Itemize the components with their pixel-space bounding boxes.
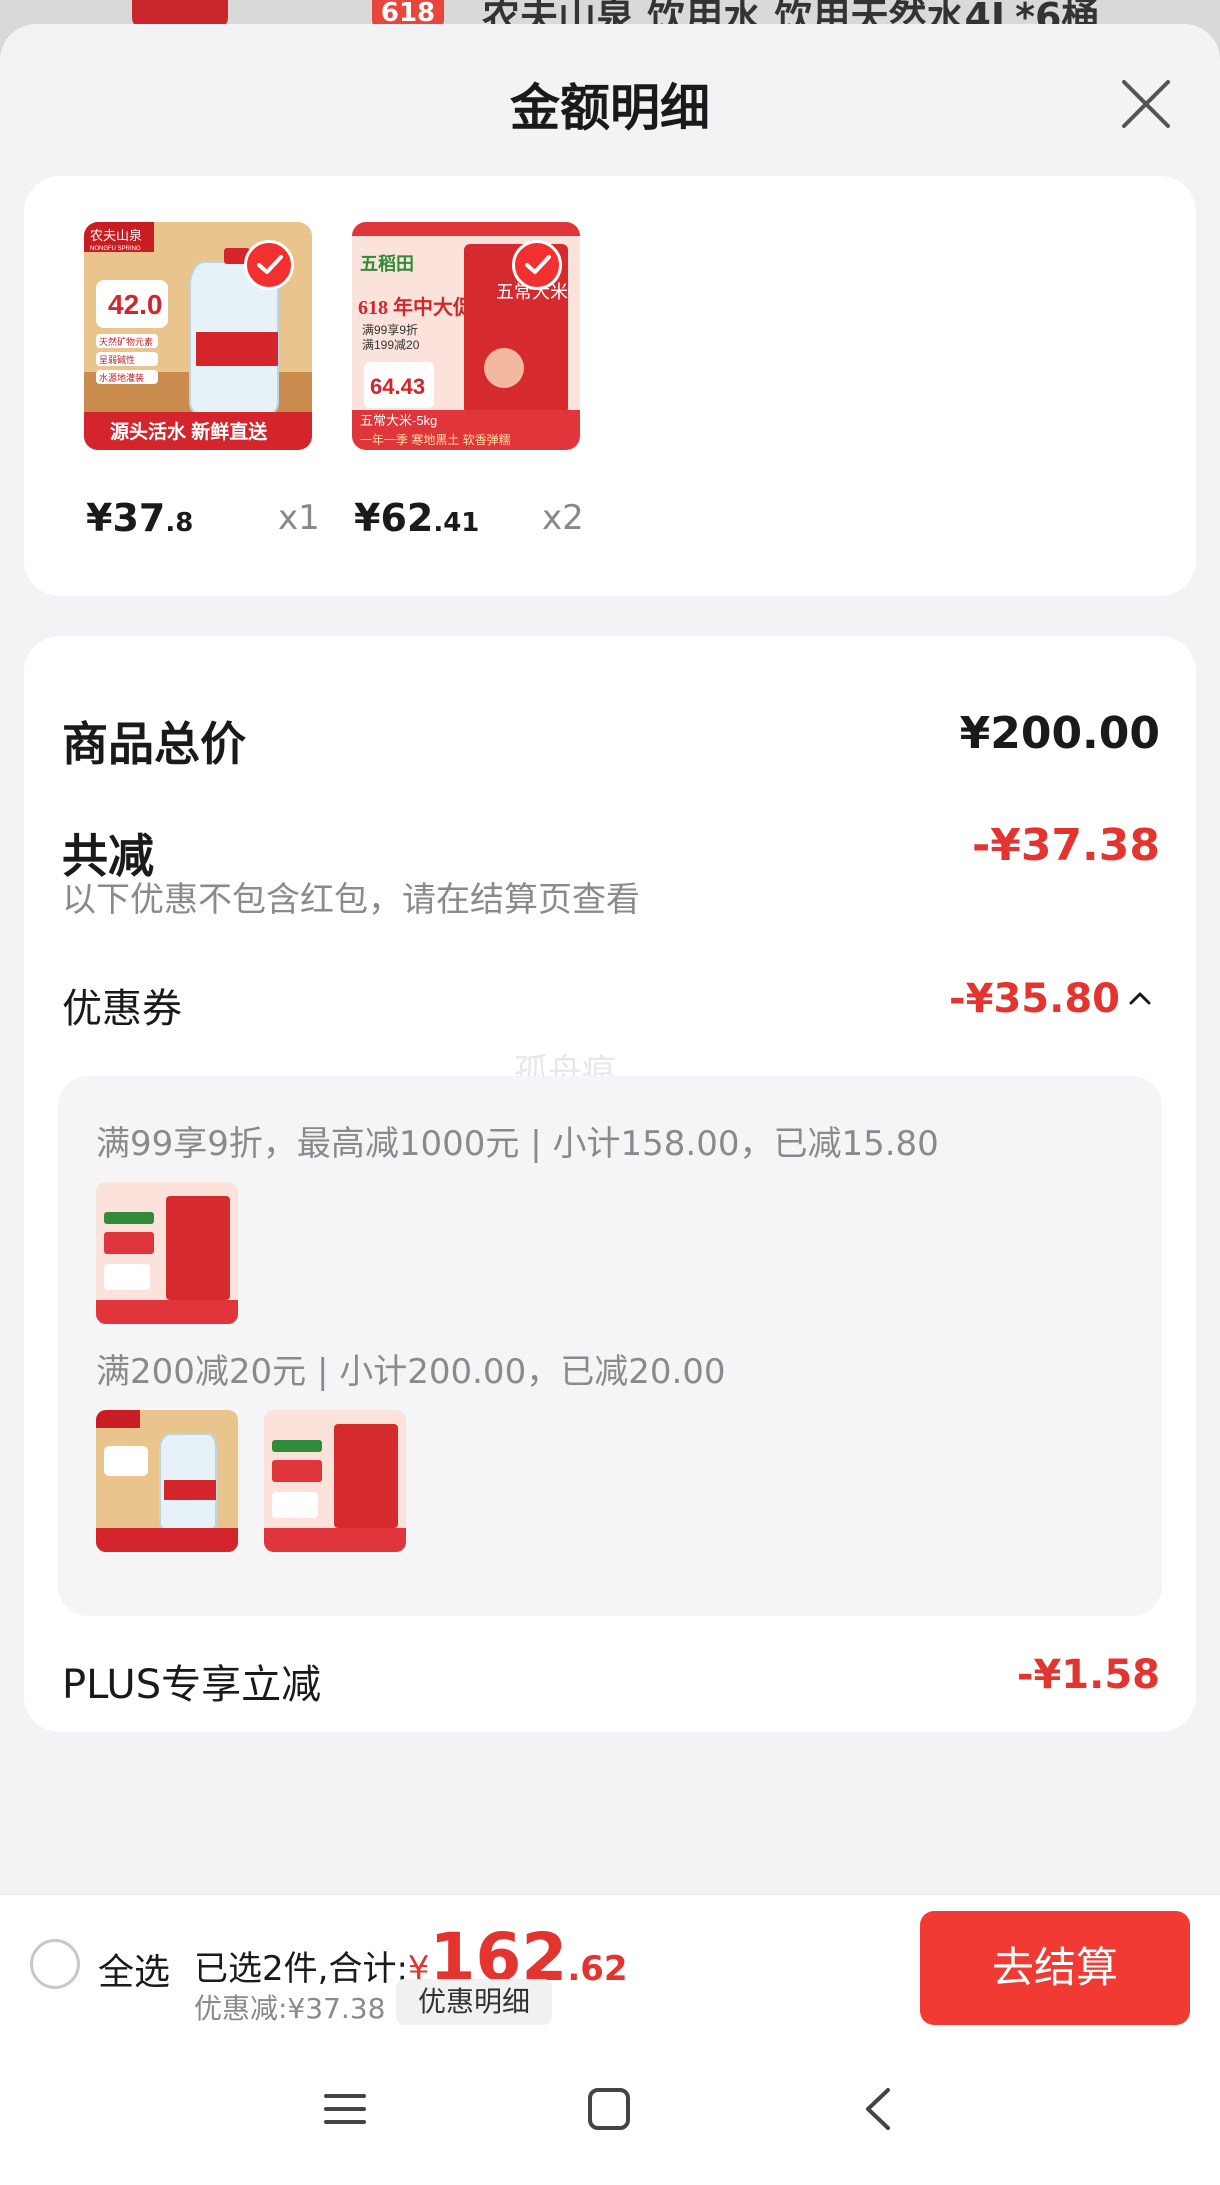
wudaotian-rice-image (96, 1182, 238, 1324)
svg-text:源头活水 新鲜直送: 源头活水 新鲜直送 (110, 420, 268, 443)
product-card: 农夫山泉 NONGFU SPRING 42.0 天然矿物元素 呈弱碱性 水源地灌… (24, 176, 1196, 596)
product-price: ¥62.41 (354, 496, 480, 540)
checkout-button[interactable]: 去结算 (920, 1911, 1190, 2025)
coupon-rule: 满99享9折，最高减1000元 | 小计158.00，已减15.80 (96, 1124, 939, 1164)
menu-icon[interactable] (322, 2086, 368, 2132)
svg-text:一年一季 寒地黑土 软香弹糯: 一年一季 寒地黑土 软香弹糯 (360, 432, 511, 447)
chevron-up-icon[interactable] (1128, 990, 1152, 1006)
plus-discount-value: -¥1.58 (1016, 1652, 1160, 1698)
product-item[interactable]: 农夫山泉 NONGFU SPRING 42.0 天然矿物元素 呈弱碱性 水源地灌… (84, 222, 312, 450)
water-thumbnail (96, 1410, 238, 1552)
svg-text:五稻田: 五稻田 (360, 253, 414, 274)
close-button[interactable] (1116, 74, 1176, 134)
coupon-detail-box: 满99享9折，最高减1000元 | 小计158.00，已减15.80 满200减… (58, 1076, 1162, 1616)
selected-check (244, 240, 294, 290)
discount-note: 以下优惠不包含红包，请在结算页查看 (62, 880, 640, 920)
svg-text:五常大米-5kg: 五常大米-5kg (360, 413, 437, 428)
amount-detail-sheet: 金额明细 农夫山泉 NONGFU SPRING 42.0 天然矿物元素 呈弱碱性 (0, 24, 1220, 2185)
svg-text:天然矿物元素: 天然矿物元素 (99, 336, 153, 347)
coupon-rule: 满200减20元 | 小计200.00，已减20.00 (96, 1352, 726, 1392)
product-quantity: x1 (278, 498, 320, 538)
home-icon[interactable] (586, 2086, 632, 2132)
select-all-label[interactable]: 全选 (98, 1943, 170, 1995)
svg-text:呈弱碱性: 呈弱碱性 (99, 354, 135, 365)
checkout-bar: 全选 已选2件,合计:¥162.62 优惠减:¥37.38 优惠明细 去结算 (0, 1894, 1220, 2046)
system-nav-bar (0, 2046, 1220, 2185)
goods-total-label: 商品总价 (62, 717, 246, 771)
plus-discount-label: PLUS专享立减 (62, 1662, 322, 1708)
svg-text:水源地灌装: 水源地灌装 (99, 372, 144, 383)
rice-thumbnail (96, 1182, 238, 1324)
coupon-value[interactable]: -¥35.80 (949, 976, 1120, 1022)
svg-text:64.43: 64.43 (370, 374, 425, 399)
product-item[interactable]: 五稻田 618 年中大促 满99享9折 满199减20 64.43 五常大米 五… (352, 222, 580, 450)
check-icon (525, 255, 551, 274)
svg-text:农夫山泉: 农夫山泉 (90, 228, 142, 243)
svg-text:满99享9折: 满99享9折 (362, 322, 418, 337)
svg-text:NONGFU SPRING: NONGFU SPRING (90, 246, 141, 252)
check-icon (257, 255, 283, 274)
select-all-radio[interactable] (30, 1939, 80, 1989)
back-icon[interactable] (856, 2086, 902, 2132)
svg-text:42.0: 42.0 (108, 289, 163, 320)
goods-total-value: ¥200.00 (959, 708, 1160, 759)
coupon-label[interactable]: 优惠券 (62, 976, 182, 1034)
sheet-title: 金额明细 (510, 79, 710, 137)
total-reduce-value: -¥37.38 (971, 820, 1160, 871)
rice-thumbnail (264, 1410, 406, 1552)
close-icon (1122, 80, 1170, 128)
nongfu-spring-water-image (96, 1410, 238, 1552)
wudaotian-rice-image (264, 1410, 406, 1552)
selected-check (512, 240, 562, 290)
product-price: ¥37.8 (86, 496, 194, 540)
price-detail-card: 商品总价 ¥200.00 共减 -¥37.38 以下优惠不包含红包，请在结算页查… (24, 636, 1196, 1732)
discount-summary: 优惠减:¥37.38 (194, 1992, 386, 2025)
svg-text:618 年中大促: 618 年中大促 (358, 295, 474, 319)
discount-detail-button[interactable]: 优惠明细 (396, 1979, 552, 2025)
product-quantity: x2 (542, 498, 584, 538)
svg-text:满199减20: 满199减20 (362, 338, 420, 352)
